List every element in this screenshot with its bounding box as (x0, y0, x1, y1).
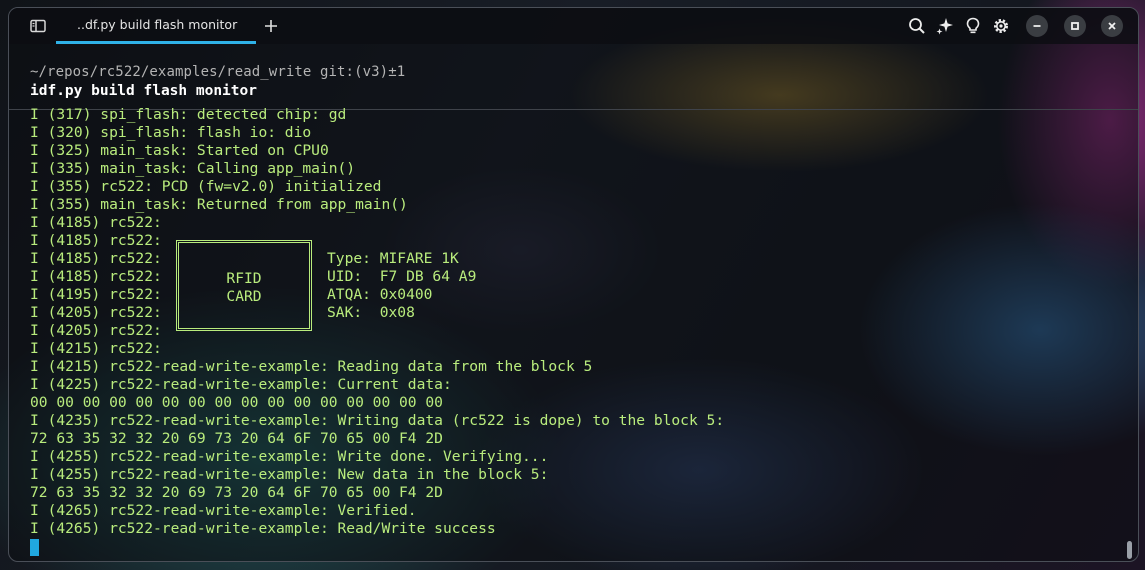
lightbulb-icon[interactable] (963, 16, 983, 36)
shell-command: idf.py build flash monitor (30, 83, 257, 99)
output-line: I (4215) rc522: (30, 340, 162, 357)
output-line: I (4185) rc522: (30, 232, 162, 249)
card-label-line1: RFID (226, 270, 262, 287)
card-label-line2: CARD (226, 288, 262, 305)
output-line: I (4215) rc522-read-write-example: Readi… (30, 358, 593, 375)
title-bar: ..df.py build flash monitor (9, 8, 1138, 44)
output-line: 72 63 35 32 32 20 69 73 20 64 6F 70 65 0… (30, 430, 443, 447)
terminal-cursor (30, 539, 39, 556)
output-line: I (4265) rc522-read-write-example: Verif… (30, 502, 417, 519)
card-info-sak: SAK: 0x08 (327, 304, 415, 321)
card-info: Type: MIFARE 1K UID: F7 DB 64 A9 ATQA: 0… (327, 250, 476, 322)
sidebar-toggle-icon[interactable] (28, 16, 48, 36)
tab-active[interactable]: ..df.py build flash monitor (56, 8, 256, 44)
shell-prompt: ~/repos/rc522/examples/read_write git:(v… (30, 64, 406, 80)
minimize-icon[interactable] (1026, 15, 1048, 37)
output-line: I (355) rc522: PCD (fw=v2.0) initialized (30, 178, 382, 195)
sparkle-icon[interactable] (935, 16, 955, 36)
output-line: I (4205) rc522: (30, 322, 162, 339)
maximize-icon[interactable] (1064, 15, 1086, 37)
scrollbar[interactable] (1127, 541, 1132, 559)
output-line: I (320) spi_flash: flash io: dio (30, 124, 312, 141)
terminal-window: ..df.py build flash monitor ~/repos/rc52… (8, 7, 1139, 562)
card-info-uid: UID: F7 DB 64 A9 (327, 268, 477, 285)
output-line: I (335) main_task: Calling app_main() (30, 160, 356, 177)
search-icon[interactable] (907, 16, 927, 36)
output-line: I (4235) rc522-read-write-example: Writi… (30, 412, 725, 429)
gear-icon[interactable] (991, 16, 1011, 36)
output-line: I (325) main_task: Started on CPU0 (30, 142, 329, 159)
output-line: I (4265) rc522-read-write-example: Read/… (30, 520, 496, 537)
rfid-card-frame: RFID CARD (176, 240, 312, 331)
output-line: 00 00 00 00 00 00 00 00 00 00 00 00 00 0… (30, 394, 443, 411)
output-line: 72 63 35 32 32 20 69 73 20 64 6F 70 65 0… (30, 484, 443, 501)
card-info-type: Type: MIFARE 1K (327, 250, 459, 267)
output-line: I (4255) rc522-read-write-example: Write… (30, 448, 549, 465)
output-line: I (4255) rc522-read-write-example: New d… (30, 466, 549, 483)
output-line: I (4225) rc522-read-write-example: Curre… (30, 376, 452, 393)
output-line: I (4185) rc522: (30, 214, 162, 231)
terminal-output[interactable]: I (317) spi_flash: detected chip: gd I (3… (30, 106, 724, 538)
card-info-atqa: ATQA: 0x0400 (327, 286, 433, 303)
plus-icon[interactable] (261, 16, 281, 36)
close-icon[interactable] (1101, 15, 1123, 37)
tab-title: ..df.py build flash monitor (77, 17, 238, 32)
output-line: I (355) main_task: Returned from app_mai… (30, 196, 408, 213)
output-line: I (317) spi_flash: detected chip: gd (30, 106, 347, 123)
